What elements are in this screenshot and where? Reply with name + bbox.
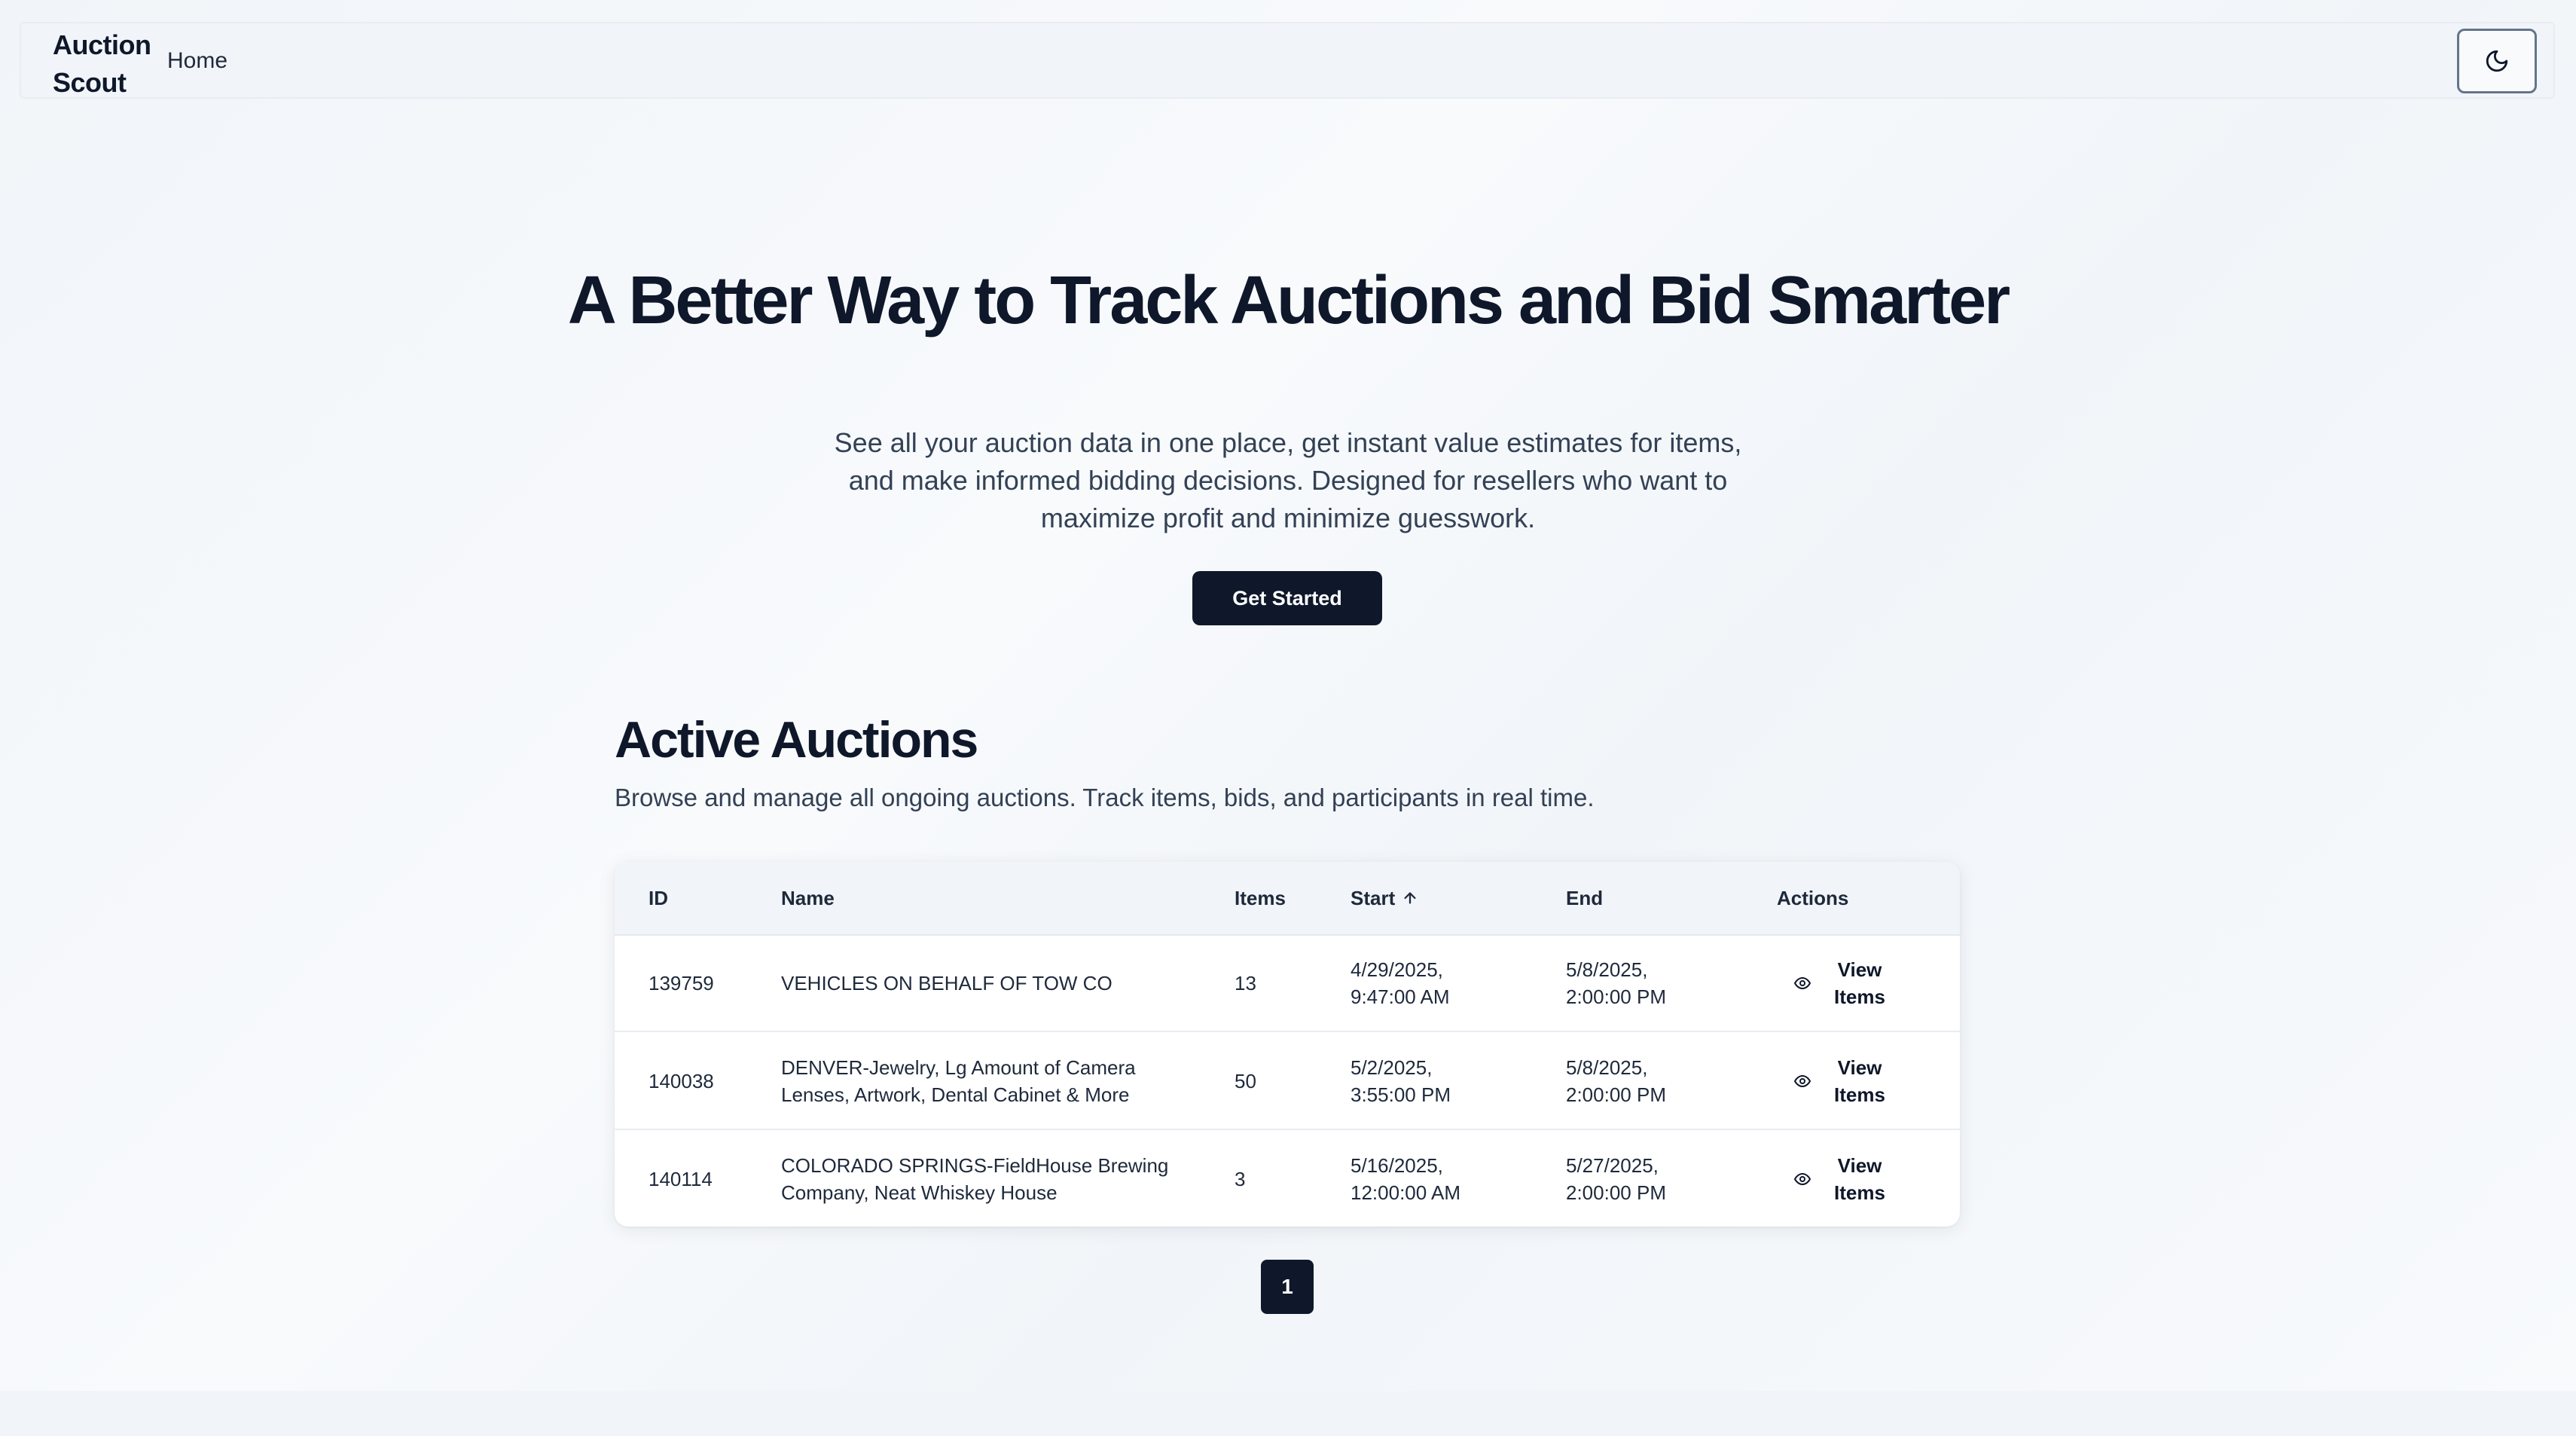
column-header-start[interactable]: Start — [1351, 862, 1418, 934]
cell-start: 5/16/2025, 12:00:00 AM — [1351, 1154, 1460, 1204]
table-row: 140038 DENVER-Jewelry, Lg Amount of Came… — [615, 1032, 1960, 1130]
eye-icon — [1794, 1075, 1811, 1087]
cell-id: 139759 — [649, 972, 714, 995]
table-row: 139759 VEHICLES ON BEHALF OF TOW CO 13 4… — [615, 934, 1960, 1032]
cell-start: 4/29/2025, 9:47:00 AM — [1351, 958, 1450, 1008]
eye-icon — [1794, 977, 1811, 989]
cell-name: COLORADO SPRINGS-FieldHouse Brewing Comp… — [781, 1154, 1169, 1204]
table-header: ID Name Items Start End Actions — [615, 862, 1960, 936]
view-items-button[interactable]: View Items — [1793, 1032, 1906, 1130]
cell-name: DENVER-Jewelry, Lg Amount of Camera Lens… — [781, 1056, 1136, 1106]
cell-end: 5/8/2025, 2:00:00 PM — [1566, 1056, 1666, 1106]
cell-end: 5/8/2025, 2:00:00 PM — [1566, 958, 1666, 1008]
nav-link-home[interactable]: Home — [167, 44, 227, 78]
active-auctions-subtitle: Browse and manage all ongoing auctions. … — [615, 784, 1595, 811]
cell-items: 3 — [1235, 1168, 1246, 1190]
auctions-table: ID Name Items Start End Actions 139759 V… — [615, 862, 1960, 1227]
cell-name: VEHICLES ON BEHALF OF TOW CO — [781, 972, 1113, 995]
view-items-button[interactable]: View Items — [1793, 1130, 1906, 1227]
pagination-page-1[interactable]: 1 — [1261, 1260, 1314, 1314]
column-header-items[interactable]: Items — [1235, 862, 1286, 934]
cell-end: 5/27/2025, 2:00:00 PM — [1566, 1154, 1666, 1204]
column-header-name[interactable]: Name — [781, 862, 835, 934]
cell-id: 140038 — [649, 1070, 714, 1092]
cell-items: 50 — [1235, 1070, 1256, 1092]
view-items-label: View Items — [1834, 958, 1885, 1008]
view-items-label: View Items — [1834, 1056, 1885, 1106]
column-header-start-label: Start — [1351, 887, 1396, 909]
column-header-actions: Actions — [1777, 887, 1849, 909]
hero-title: A Better Way to Track Auctions and Bid S… — [567, 263, 2010, 338]
top-navbar: Auction Scout Home — [20, 22, 2555, 99]
active-auctions-title: Active Auctions — [615, 711, 978, 768]
theme-toggle-button[interactable] — [2457, 29, 2537, 93]
hero-subtitle: See all your auction data in one place, … — [834, 427, 1742, 533]
moon-icon — [2486, 50, 2508, 72]
cell-items: 13 — [1235, 972, 1256, 995]
cell-start: 5/2/2025, 3:55:00 PM — [1351, 1056, 1451, 1106]
view-items-button[interactable]: View Items — [1793, 934, 1906, 1032]
table-row: 140114 COLORADO SPRINGS-FieldHouse Brewi… — [615, 1130, 1960, 1227]
footer-band — [0, 1391, 2576, 1436]
arrow-up-icon — [1404, 892, 1417, 904]
view-items-label: View Items — [1834, 1154, 1885, 1204]
get-started-button[interactable]: Get Started — [1192, 571, 1382, 625]
brand-logo[interactable]: Auction Scout — [53, 26, 166, 102]
cell-id: 140114 — [649, 1168, 713, 1190]
column-header-end[interactable]: End — [1566, 862, 1603, 934]
column-header-id[interactable]: ID — [649, 862, 668, 934]
eye-icon — [1794, 1173, 1811, 1185]
